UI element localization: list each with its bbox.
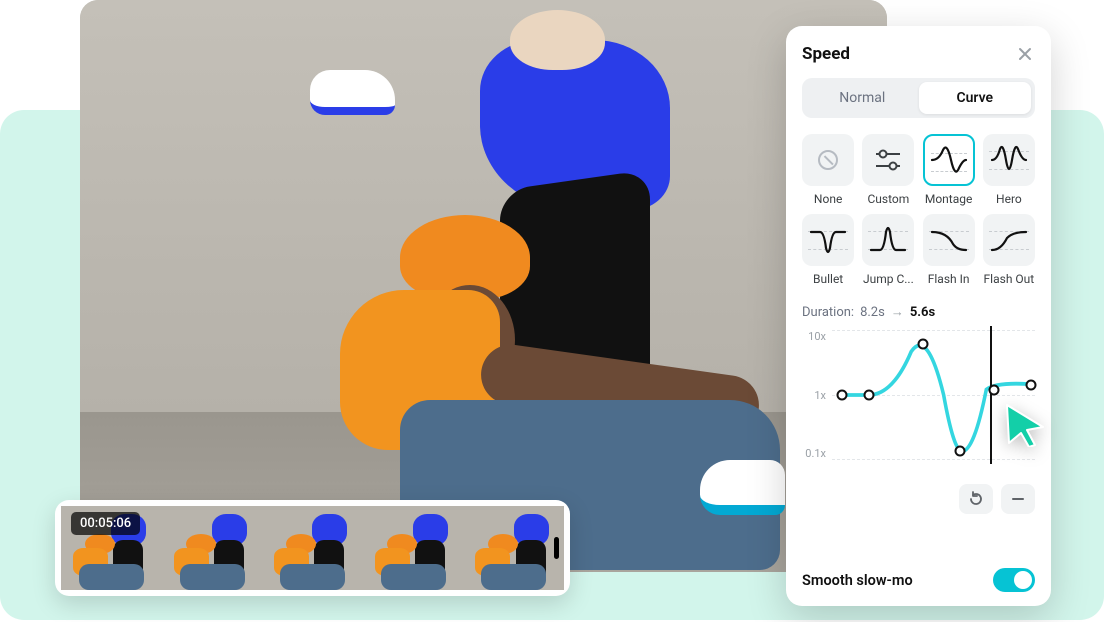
flashout-curve-icon — [989, 220, 1029, 260]
tab-curve[interactable]: Curve — [919, 82, 1032, 114]
curve-label: Montage — [925, 192, 973, 206]
curve-point[interactable] — [989, 384, 1000, 395]
curve-label: None — [814, 192, 842, 206]
arrow-right-icon: → — [891, 304, 904, 320]
curve-jumpcut[interactable]: Jump C... — [862, 214, 914, 286]
duration-row: Duration: 8.2s → 5.6s — [802, 304, 1035, 320]
none-icon — [818, 150, 838, 170]
y-label-mid: 1x — [802, 389, 826, 402]
duration-to: 5.6s — [910, 305, 935, 320]
curve-bullet[interactable]: Bullet — [802, 214, 854, 286]
curve-point[interactable] — [837, 390, 848, 401]
speed-panel: Speed Normal Curve None Custom — [786, 26, 1051, 606]
tab-normal[interactable]: Normal — [806, 82, 919, 114]
close-icon — [1017, 46, 1033, 62]
panel-title: Speed — [802, 44, 850, 64]
timeline-frame[interactable] — [363, 506, 464, 590]
speed-mode-tabs: Normal Curve — [802, 78, 1035, 118]
curve-label: Custom — [867, 192, 909, 206]
curve-custom[interactable]: Custom — [862, 134, 914, 206]
duration-from: 8.2s — [860, 305, 885, 320]
y-label-bot: 0.1x — [802, 447, 826, 460]
curve-label: Jump C... — [863, 272, 914, 286]
curve-flashout[interactable]: Flash Out — [983, 214, 1035, 286]
cursor-icon — [1003, 403, 1047, 447]
timeline-frame[interactable] — [162, 506, 263, 590]
curve-point[interactable] — [918, 339, 929, 350]
speed-graph[interactable]: 10x 1x 0.1x — [802, 330, 1035, 478]
hero-curve-icon — [989, 140, 1029, 180]
curve-label: Flash In — [928, 272, 970, 286]
jumpcut-curve-icon — [868, 220, 908, 260]
timeline-strip[interactable]: 00:05:06 — [55, 500, 570, 596]
reset-curve-button[interactable] — [959, 484, 993, 514]
smooth-slowmo-label: Smooth slow-mo — [802, 572, 913, 589]
preview-image — [80, 0, 887, 572]
bullet-curve-icon — [808, 220, 848, 260]
sliders-icon — [868, 140, 908, 180]
curve-point[interactable] — [863, 390, 874, 401]
y-label-top: 10x — [802, 330, 826, 343]
curve-flashin[interactable]: Flash In — [923, 214, 975, 286]
montage-curve-icon — [929, 140, 969, 180]
clip-handle-right[interactable] — [554, 537, 559, 559]
timeline-frame[interactable] — [262, 506, 363, 590]
curve-preset-grid: None Custom Montage Hero — [802, 134, 1035, 286]
smooth-slowmo-toggle[interactable] — [993, 568, 1035, 592]
curve-point[interactable] — [954, 445, 965, 456]
minus-icon — [1010, 491, 1026, 507]
curve-label: Hero — [996, 192, 1022, 206]
curve-label: Flash Out — [984, 272, 1035, 286]
curve-montage[interactable]: Montage — [923, 134, 975, 206]
close-button[interactable] — [1015, 44, 1035, 64]
curve-point[interactable] — [1025, 379, 1036, 390]
reset-icon — [968, 491, 984, 507]
flashin-curve-icon — [929, 220, 969, 260]
timeline-frame[interactable] — [463, 506, 564, 590]
duration-label: Duration: — [802, 305, 854, 320]
curve-hero[interactable]: Hero — [983, 134, 1035, 206]
remove-point-button[interactable] — [1001, 484, 1035, 514]
curve-label: Bullet — [813, 272, 843, 286]
timecode-badge: 00:05:06 — [71, 512, 140, 535]
curve-none[interactable]: None — [802, 134, 854, 206]
